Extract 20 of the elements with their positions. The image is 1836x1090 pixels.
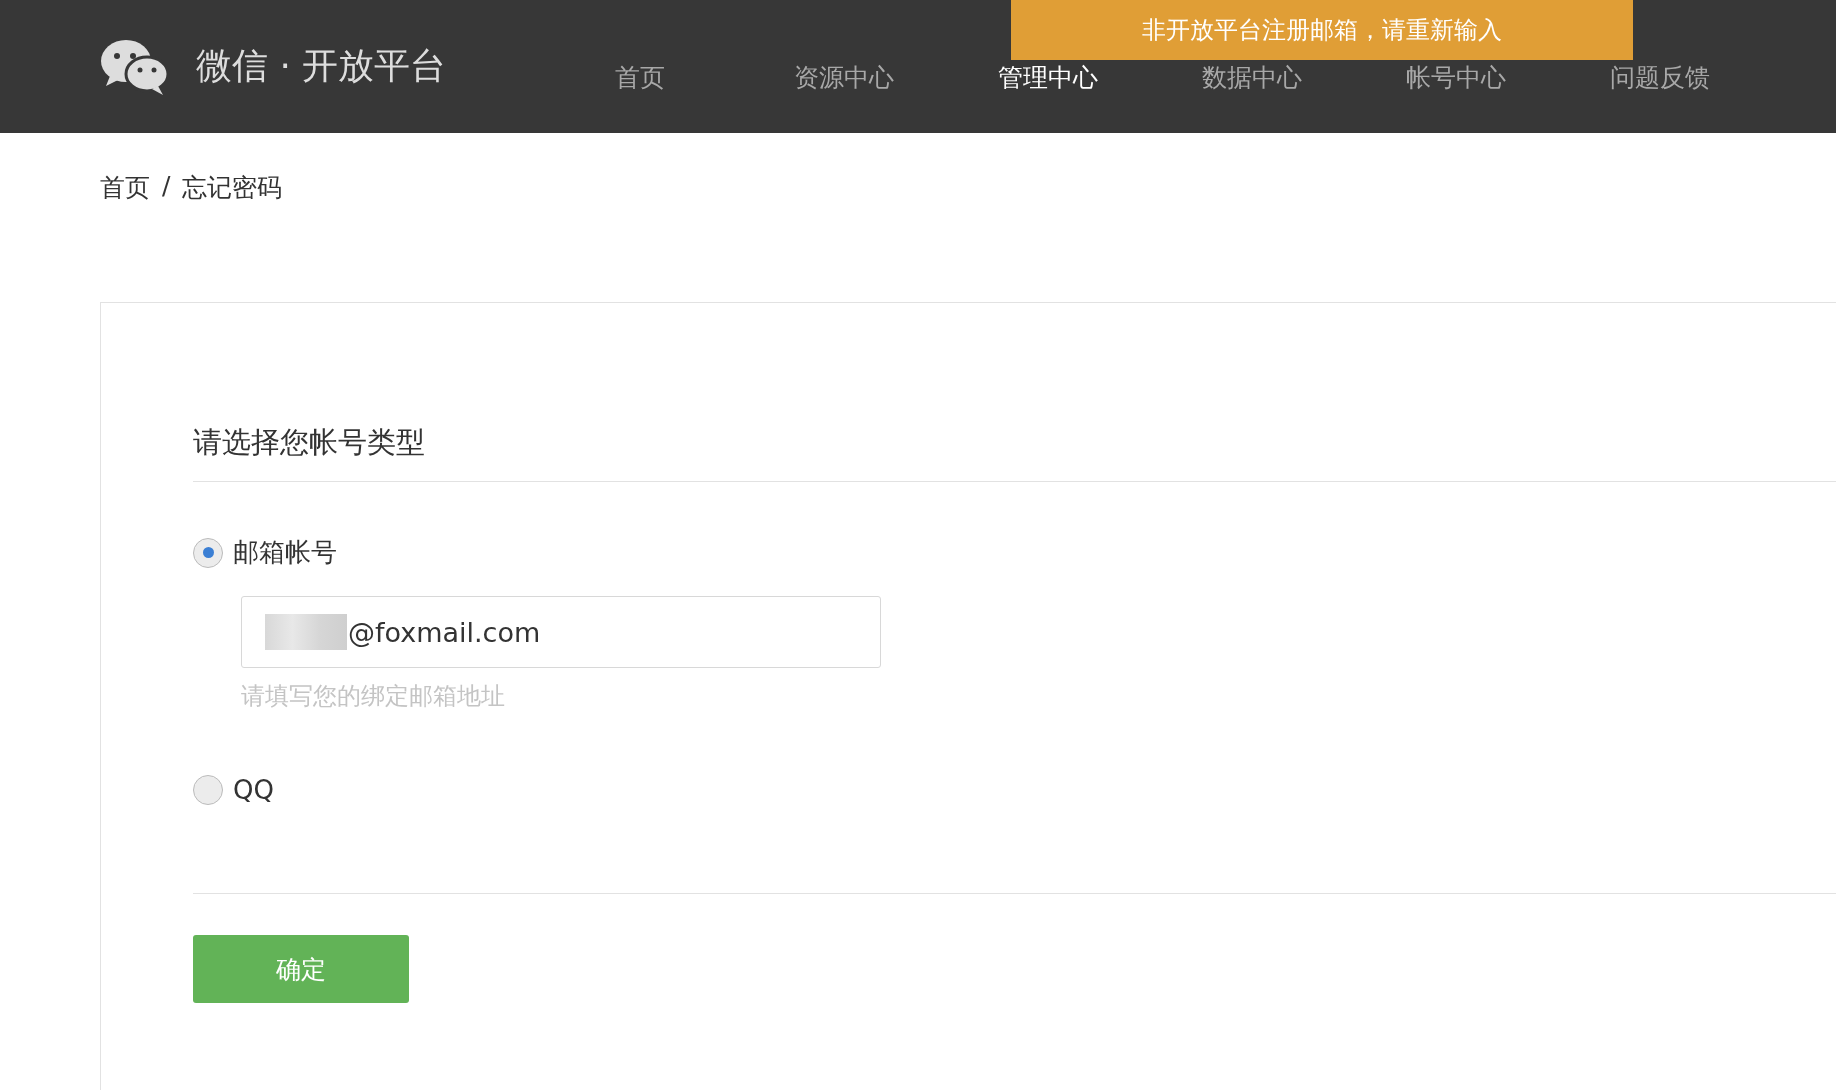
radio-button[interactable] xyxy=(193,775,223,805)
chat-bubbles-icon xyxy=(100,37,170,96)
nav-link[interactable]: 资源中心 xyxy=(742,61,946,94)
breadcrumb-item: 忘记密码 xyxy=(182,172,283,204)
option-label[interactable]: QQ xyxy=(233,775,274,805)
field-hint: 请填写您的绑定邮箱地址 xyxy=(241,681,506,712)
breadcrumb-item[interactable]: 首页 xyxy=(100,171,150,204)
nav-link[interactable]: 帐号中心 xyxy=(1354,61,1558,94)
nav-link[interactable]: 数据中心 xyxy=(1150,61,1354,94)
form-title: 请选择您帐号类型 xyxy=(193,423,1836,482)
option-label[interactable]: 邮箱帐号 xyxy=(233,535,337,570)
site-title: 微信 · 开放平台 xyxy=(196,44,447,88)
confirm-button[interactable]: 确定 xyxy=(193,935,409,1003)
email-field[interactable]: @foxmail.com xyxy=(241,596,881,668)
radio-button[interactable] xyxy=(193,537,223,568)
error-toast: 非开放平台注册邮箱，请重新输入 xyxy=(1011,0,1633,60)
nav-link[interactable]: 问题反馈 xyxy=(1558,61,1762,94)
nav-link[interactable]: 首页 xyxy=(538,61,742,94)
nav-link[interactable]: 管理中心 xyxy=(946,61,1150,94)
breadcrumb-separator: / xyxy=(162,171,171,202)
